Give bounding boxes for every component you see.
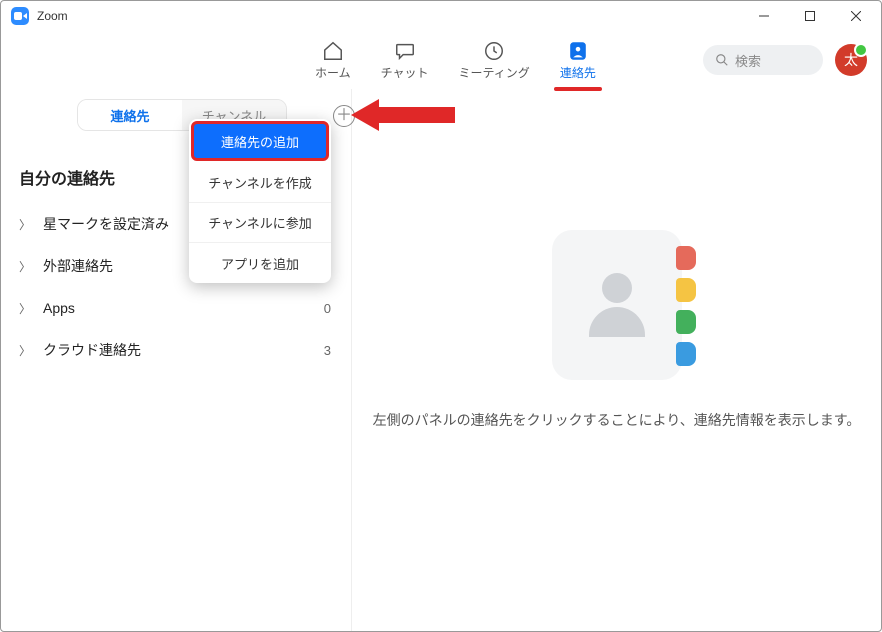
menu-join-channel[interactable]: チャンネルに参加 (189, 203, 331, 243)
placeholder-hint: 左側のパネルの連絡先をクリックすることにより、連絡先情報を表示します。 (373, 410, 861, 430)
menu-create-channel[interactable]: チャンネルを作成 (189, 163, 331, 203)
tree-label: クラウド連絡先 (43, 340, 141, 360)
header: ホーム チャット ミーティング 連絡先 検索 太 (1, 31, 881, 89)
sidebar: 連絡先 チャンネル ＋ 連絡先の追加 チャンネルを作成 チャンネルに参加 アプリ… (1, 89, 351, 631)
tree-label: 外部連絡先 (43, 256, 113, 276)
zoom-app-icon (11, 7, 29, 25)
contacts-placeholder (552, 230, 682, 380)
nav-home[interactable]: ホーム (315, 40, 351, 81)
main-panel: 左側のパネルの連絡先をクリックすることにより、連絡先情報を表示します。 (351, 89, 881, 631)
minimize-button[interactable] (741, 1, 787, 31)
person-silhouette-icon (589, 273, 645, 337)
chevron-right-icon: 〉 (19, 300, 31, 317)
tree-count: 0 (324, 301, 331, 316)
annotation-arrow (351, 93, 461, 143)
close-button[interactable] (833, 1, 879, 31)
chat-icon (394, 40, 416, 62)
nav-home-label: ホーム (315, 64, 351, 81)
nav-contacts[interactable]: 連絡先 (560, 40, 596, 81)
search-icon (715, 53, 729, 67)
search-box[interactable]: 検索 (703, 45, 823, 75)
home-icon (322, 40, 344, 62)
window-controls (741, 1, 879, 31)
plus-icon: ＋ (336, 108, 352, 124)
search-placeholder: 検索 (735, 51, 761, 70)
tree-count: 3 (324, 343, 331, 358)
clock-icon (483, 40, 505, 62)
color-tabs-icon (676, 246, 696, 366)
tree-item-cloud[interactable]: 〉 クラウド連絡先 3 (1, 329, 351, 371)
maximize-button[interactable] (787, 1, 833, 31)
menu-add-app[interactable]: アプリを追加 (189, 243, 331, 283)
chevron-right-icon: 〉 (19, 216, 31, 233)
main-nav: ホーム チャット ミーティング 連絡先 (315, 40, 596, 81)
menu-add-contact[interactable]: 連絡先の追加 (191, 121, 329, 161)
nav-contacts-label: 連絡先 (560, 64, 596, 81)
tab-contacts[interactable]: 連絡先 (78, 100, 182, 130)
body: 連絡先 チャンネル ＋ 連絡先の追加 チャンネルを作成 チャンネルに参加 アプリ… (1, 89, 881, 631)
tree-label: Apps (43, 300, 75, 316)
window-title: Zoom (37, 9, 68, 23)
person-icon (567, 40, 589, 62)
nav-meetings-label: ミーティング (459, 64, 530, 81)
nav-chat-label: チャット (381, 64, 429, 81)
chevron-right-icon: 〉 (19, 342, 31, 359)
avatar-initial: 太 (844, 50, 858, 70)
title-bar: Zoom (1, 1, 881, 31)
add-menu: 連絡先の追加 チャンネルを作成 チャンネルに参加 アプリを追加 (189, 119, 331, 283)
nav-chat[interactable]: チャット (381, 40, 429, 81)
tree-item-apps[interactable]: 〉 Apps 0 (1, 287, 351, 329)
chevron-right-icon: 〉 (19, 258, 31, 275)
nav-meetings[interactable]: ミーティング (459, 40, 530, 81)
tree-label: 星マークを設定済み (43, 214, 169, 234)
user-avatar[interactable]: 太 (835, 44, 867, 76)
